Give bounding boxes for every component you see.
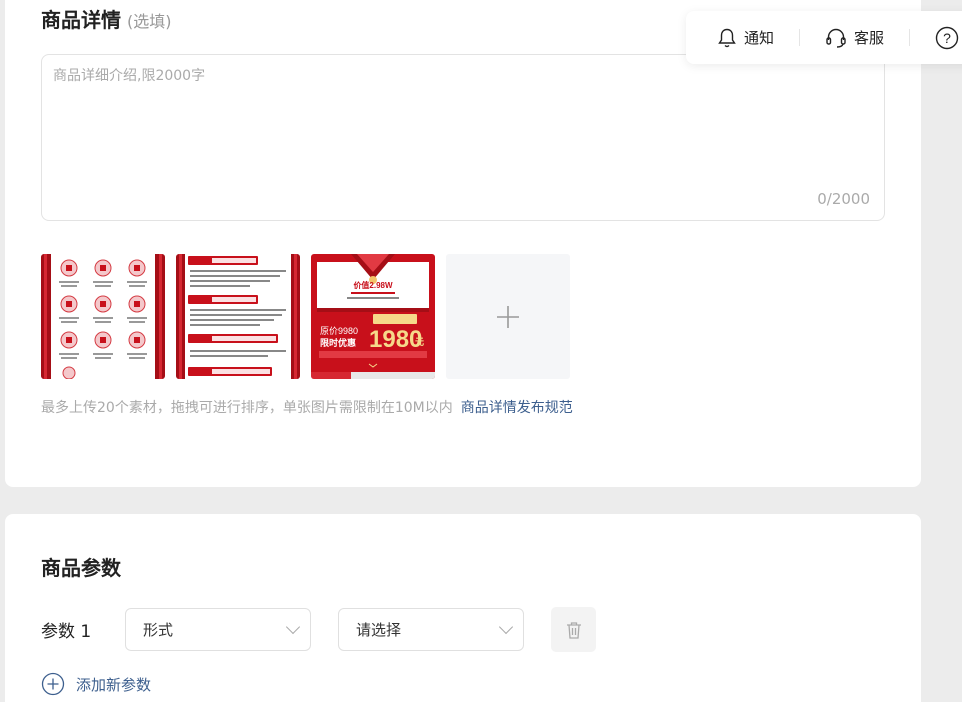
product-params-card: 商品参数 参数 1 形式 请选择 添加新参数	[5, 514, 921, 702]
thumbnail-benefits-icon-grid[interactable]	[41, 254, 165, 379]
service-label: 客服	[854, 29, 885, 47]
trash-icon	[566, 621, 581, 639]
param-name-select[interactable]: 形式	[125, 608, 311, 651]
param-name-value: 形式	[143, 621, 174, 639]
notify-label: 通知	[744, 29, 775, 47]
detail-section-title: 商品详情 (选填)	[41, 4, 172, 33]
char-counter: 0/2000	[817, 190, 870, 208]
upload-hint: 最多上传20个素材，拖拽可进行排序，单张图片需限制在10M以内 商品详情发布规范	[41, 397, 573, 417]
detail-textarea-box: 0/2000	[41, 54, 885, 221]
plus-icon	[497, 305, 519, 328]
bell-icon	[718, 28, 736, 47]
add-circle-icon	[41, 672, 65, 696]
help-button[interactable]: ?	[935, 26, 962, 50]
service-button[interactable]: 客服	[825, 27, 884, 49]
add-param-label: 添加新参数	[76, 675, 152, 694]
toolbar-divider	[799, 29, 801, 46]
notify-button[interactable]: 通知	[717, 27, 774, 49]
chevron-down-icon	[498, 619, 514, 634]
help-icon: ?	[935, 26, 959, 49]
product-detail-card: 商品详情 (选填) 0/2000	[5, 0, 921, 487]
toolbar-divider	[909, 29, 911, 46]
add-param-button[interactable]: 添加新参数	[41, 672, 151, 696]
poster-orig-price: 原价9980	[320, 326, 358, 336]
detail-rules-link[interactable]: 商品详情发布规范	[461, 400, 573, 416]
param-value-value: 请选择	[356, 621, 402, 639]
detail-textarea[interactable]	[42, 55, 884, 220]
thumbnail-price-promo-poster[interactable]: 价值2.98W 原价9980 限时优惠 1980 元	[311, 254, 435, 379]
poster-price-unit: 元	[415, 337, 424, 348]
params-title: 商品参数	[41, 556, 121, 580]
detail-title: 商品详情	[41, 8, 121, 32]
param-row-label: 参数 1	[41, 622, 92, 642]
poster-price-value: 价值2.98W	[353, 280, 393, 290]
headset-icon	[826, 28, 846, 48]
floating-toolbar: 通知 客服 ?	[686, 11, 962, 64]
help-glyph: ?	[943, 30, 951, 46]
chevron-down-icon	[285, 619, 301, 634]
delete-param-button[interactable]	[551, 607, 596, 652]
upload-image-button[interactable]	[446, 254, 570, 379]
param-value-select[interactable]: 请选择	[338, 608, 524, 651]
param-row: 参数 1 形式 请选择	[41, 607, 596, 652]
optional-tag: (选填)	[127, 12, 172, 31]
thumbnail-list: 价值2.98W 原价9980 限时优惠 1980 元	[41, 254, 570, 379]
poster-promo-label: 限时优惠	[320, 337, 356, 349]
thumbnail-benefits-list[interactable]	[176, 254, 300, 379]
upload-hint-text: 最多上传20个素材，拖拽可进行排序，单张图片需限制在10M以内	[41, 400, 453, 416]
